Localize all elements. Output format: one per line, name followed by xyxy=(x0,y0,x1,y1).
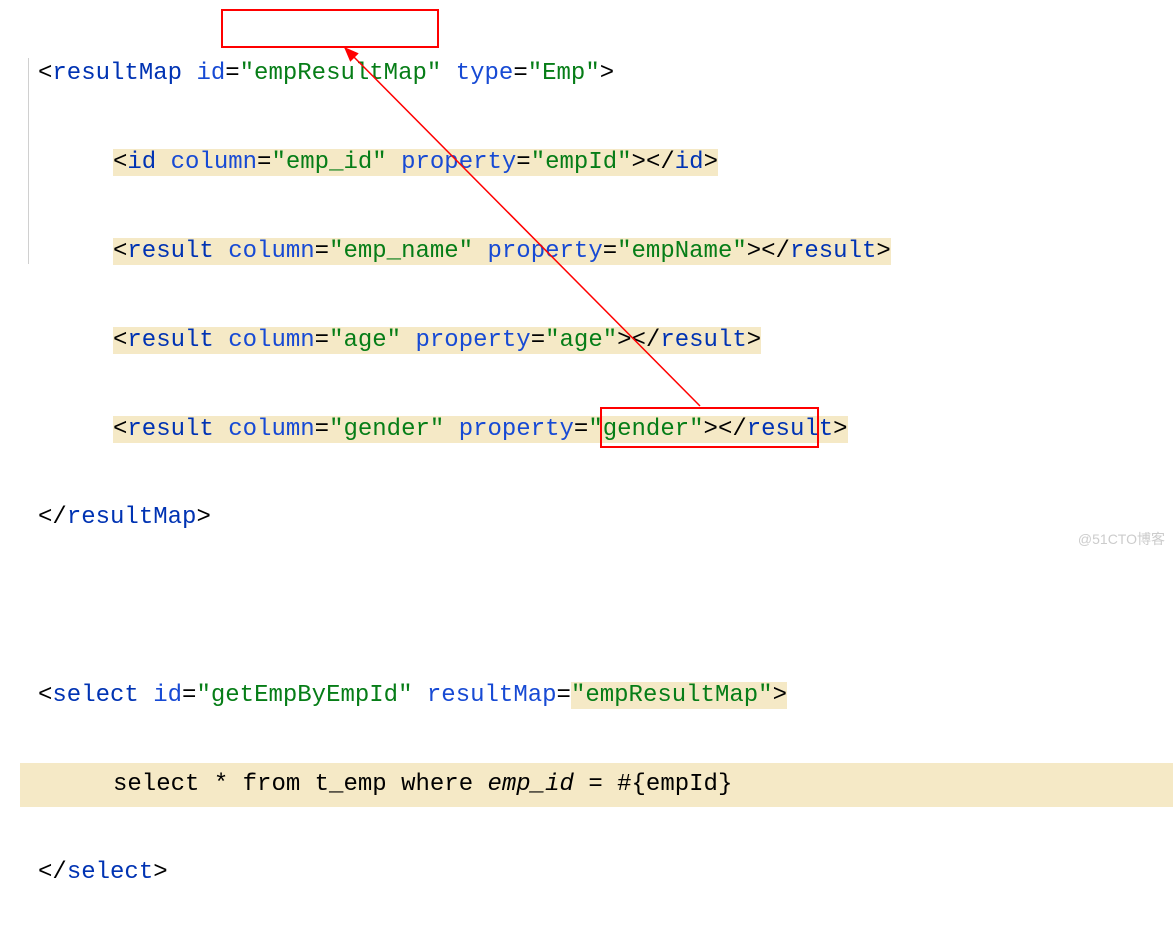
code-line-10: </select> xyxy=(20,851,1173,895)
code-line-6: </resultMap> xyxy=(20,496,1173,540)
watermark-text: @51CTO博客 xyxy=(1078,527,1165,553)
code-line-4: <result column="age" property="age"></re… xyxy=(20,319,1173,363)
code-line-2: <id column="emp_id" property="empId"></i… xyxy=(20,141,1173,185)
code-line-8: <select id="getEmpByEmpId" resultMap="em… xyxy=(20,674,1173,718)
code-line-5: <result column="gender" property="gender… xyxy=(20,408,1173,452)
code-line-1: <resultMap id="empResultMap" type="Emp"> xyxy=(20,52,1173,96)
code-line-3: <result column="emp_name" property="empN… xyxy=(20,230,1173,274)
code-line-blank xyxy=(20,585,1173,629)
code-editor: <resultMap id="empResultMap" type="Emp">… xyxy=(0,0,1173,940)
code-line-9: select * from t_emp where emp_id = #{emp… xyxy=(20,763,1173,807)
